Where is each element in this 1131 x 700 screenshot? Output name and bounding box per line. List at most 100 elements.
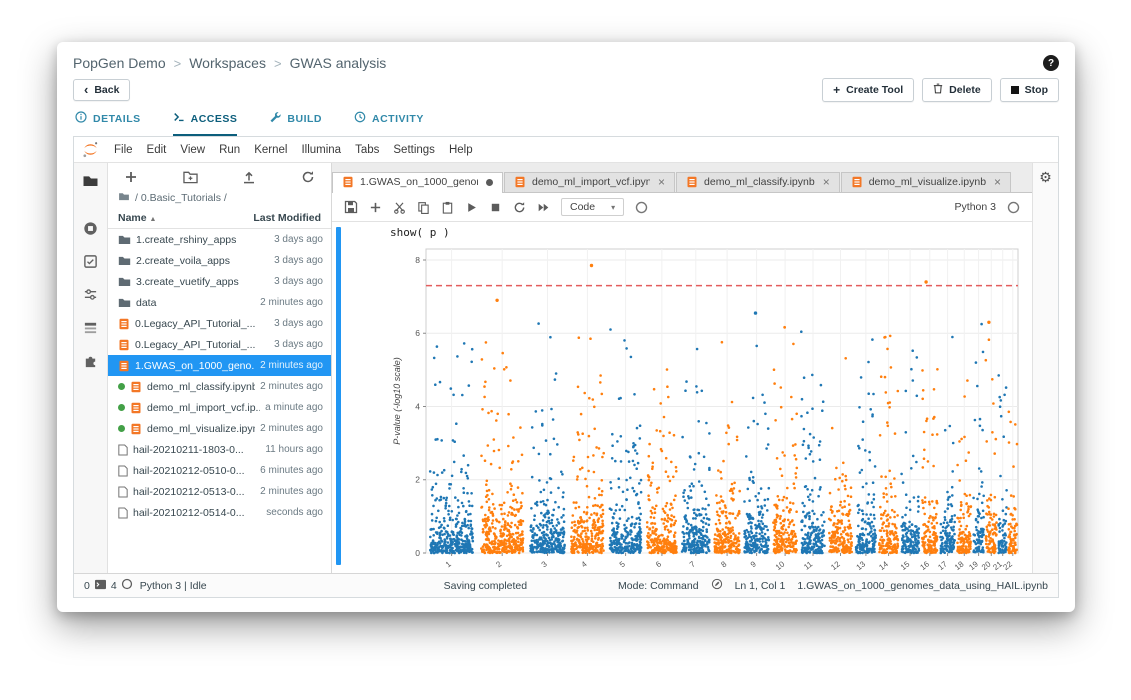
name-column-header[interactable]: Name ▲ bbox=[118, 212, 156, 224]
left-activity-bar bbox=[74, 163, 108, 573]
new-folder-icon[interactable] bbox=[183, 170, 198, 184]
save-icon[interactable] bbox=[344, 200, 358, 214]
close-tab-icon[interactable]: × bbox=[823, 177, 830, 187]
cell-collapser[interactable] bbox=[336, 227, 341, 565]
tab-label: demo_ml_classify.ipynb bbox=[704, 176, 815, 188]
file-row[interactable]: 3.create_vuetify_apps3 days ago bbox=[108, 271, 331, 292]
svg-text:1: 1 bbox=[444, 559, 453, 569]
document-tab[interactable]: demo_ml_classify.ipynb × bbox=[676, 172, 840, 192]
right-sidebar: ⚙ bbox=[1032, 163, 1058, 573]
edit-permissions-icon[interactable] bbox=[711, 578, 723, 593]
file-list-header: Name ▲ Last Modified bbox=[108, 208, 331, 229]
tab-build[interactable]: BUILD bbox=[269, 111, 322, 136]
restart-kernel-icon[interactable] bbox=[513, 201, 526, 214]
commands-icon[interactable] bbox=[82, 252, 100, 270]
terminal-icon bbox=[173, 111, 185, 126]
menu-illumina[interactable]: Illumina bbox=[294, 141, 348, 159]
document-tab[interactable]: demo_ml_import_vcf.ipynb× bbox=[504, 172, 675, 192]
status-message: Saving completed bbox=[444, 580, 527, 592]
extensions-icon[interactable] bbox=[82, 351, 100, 369]
cursor-position[interactable]: Ln 1, Col 1 bbox=[735, 580, 786, 592]
chevron-down-icon: ▾ bbox=[611, 203, 615, 212]
file-row[interactable]: hail-20210212-0514-0...seconds ago bbox=[108, 502, 331, 523]
file-browser-icon[interactable] bbox=[82, 172, 100, 190]
file-row[interactable]: 0.Legacy_API_Tutorial_...3 days ago bbox=[108, 334, 331, 355]
menu-run[interactable]: Run bbox=[212, 141, 247, 159]
back-button[interactable]: ‹ Back bbox=[73, 79, 130, 101]
new-launcher-icon[interactable] bbox=[124, 170, 138, 184]
tab-access[interactable]: ACCESS bbox=[173, 111, 238, 136]
file-name: 1.GWAS_on_1000_geno... bbox=[135, 360, 255, 372]
file-modified: 11 hours ago bbox=[265, 444, 323, 455]
svg-text:18: 18 bbox=[953, 559, 966, 572]
document-tab[interactable]: 1.GWAS_on_1000_genomes bbox=[332, 172, 503, 193]
kernel-sessions-icon[interactable] bbox=[121, 578, 133, 593]
file-browser-breadcrumb[interactable]: / 0.Basic_Tutorials / bbox=[108, 189, 331, 208]
cut-icon[interactable] bbox=[393, 201, 406, 214]
file-row[interactable]: 2.create_voila_apps3 days ago bbox=[108, 250, 331, 271]
file-name: 1.create_rshiny_apps bbox=[136, 234, 269, 246]
file-row[interactable]: demo_ml_visualize.ipynb2 minutes ago bbox=[108, 418, 331, 439]
kernel-count: 4 bbox=[111, 580, 117, 592]
file-row[interactable]: demo_ml_import_vcf.ip...a minute ago bbox=[108, 397, 331, 418]
modified-column-header[interactable]: Last Modified bbox=[253, 212, 321, 224]
app-toolbar: ‹ Back + Create Tool Delete Stop bbox=[57, 75, 1075, 104]
kernel-name[interactable]: Python 3 bbox=[955, 201, 996, 213]
file-modified: 2 minutes ago bbox=[260, 360, 323, 371]
upload-icon[interactable] bbox=[242, 170, 256, 184]
command-mode-indicator[interactable]: Mode: Command bbox=[618, 580, 699, 592]
file-icon bbox=[118, 486, 128, 498]
add-cell-icon[interactable] bbox=[369, 201, 382, 214]
terminal-status-icon[interactable] bbox=[94, 579, 107, 593]
active-filename: 1.GWAS_on_1000_genomes_data_using_HAIL.i… bbox=[797, 580, 1048, 592]
open-tabs-icon[interactable] bbox=[82, 318, 100, 336]
action-buttons: + Create Tool Delete Stop bbox=[822, 78, 1059, 102]
menu-edit[interactable]: Edit bbox=[140, 141, 174, 159]
run-all-icon[interactable] bbox=[537, 201, 550, 214]
tab-activity[interactable]: ACTIVITY bbox=[354, 111, 424, 136]
file-row[interactable]: hail-20210212-0513-0...2 minutes ago bbox=[108, 481, 331, 502]
breadcrumb-item-popgen[interactable]: PopGen Demo bbox=[73, 55, 166, 71]
delete-button[interactable]: Delete bbox=[922, 78, 992, 102]
breadcrumb-item-workspaces[interactable]: Workspaces bbox=[189, 55, 266, 71]
create-tool-button[interactable]: + Create Tool bbox=[822, 78, 914, 102]
file-modified: 6 minutes ago bbox=[260, 465, 323, 476]
tab-details[interactable]: DETAILS bbox=[75, 111, 141, 136]
gear-icon[interactable]: ⚙ bbox=[1039, 170, 1052, 184]
folder-icon bbox=[118, 234, 131, 245]
menu-file[interactable]: File bbox=[107, 141, 140, 159]
file-row[interactable]: data2 minutes ago bbox=[108, 292, 331, 313]
jupyter-logo bbox=[82, 141, 99, 158]
kernel-status-text[interactable]: Python 3 | Idle bbox=[140, 580, 207, 592]
close-tab-icon[interactable]: × bbox=[658, 177, 665, 187]
kernel-status-icon[interactable] bbox=[1007, 201, 1020, 214]
paste-icon[interactable] bbox=[441, 201, 454, 214]
stop-button[interactable]: Stop bbox=[1000, 78, 1059, 102]
file-row[interactable]: hail-20210212-0510-0... 6 minutes ago bbox=[108, 460, 331, 481]
copy-icon[interactable] bbox=[417, 201, 430, 214]
refresh-icon[interactable] bbox=[301, 170, 315, 184]
menu-help[interactable]: Help bbox=[442, 141, 480, 159]
file-name: hail-20210212-0510-0... bbox=[133, 465, 255, 477]
file-row[interactable]: demo_ml_classify.ipynb2 minutes ago bbox=[108, 376, 331, 397]
menu-settings[interactable]: Settings bbox=[386, 141, 442, 159]
property-inspector-icon[interactable] bbox=[82, 285, 100, 303]
trash-icon bbox=[933, 83, 943, 97]
file-row[interactable]: hail-20210211-1803-0...11 hours ago bbox=[108, 439, 331, 460]
menu-view[interactable]: View bbox=[173, 141, 212, 159]
close-tab-icon[interactable]: × bbox=[994, 177, 1001, 187]
cell-type-dropdown[interactable]: Code ▾ bbox=[561, 198, 624, 216]
file-row[interactable]: 0.Legacy_API_Tutorial_...3 days ago bbox=[108, 313, 331, 334]
cell-code[interactable]: show( p ) bbox=[390, 226, 1032, 241]
jupyterlab-panel: FileEditViewRunKernelIlluminaTabsSetting… bbox=[73, 136, 1059, 598]
file-row[interactable]: 1.GWAS_on_1000_geno... 2 minutes ago bbox=[108, 355, 331, 376]
file-name: demo_ml_classify.ipynb bbox=[147, 381, 255, 393]
help-icon[interactable]: ? bbox=[1043, 55, 1059, 71]
menu-tabs[interactable]: Tabs bbox=[348, 141, 386, 159]
menu-kernel[interactable]: Kernel bbox=[247, 141, 294, 159]
running-sessions-icon[interactable] bbox=[82, 219, 100, 237]
file-row[interactable]: 1.create_rshiny_apps3 days ago bbox=[108, 229, 331, 250]
run-icon[interactable] bbox=[465, 201, 478, 214]
interrupt-kernel-icon[interactable] bbox=[489, 201, 502, 214]
document-tab[interactable]: demo_ml_visualize.ipynb× bbox=[841, 172, 1011, 192]
